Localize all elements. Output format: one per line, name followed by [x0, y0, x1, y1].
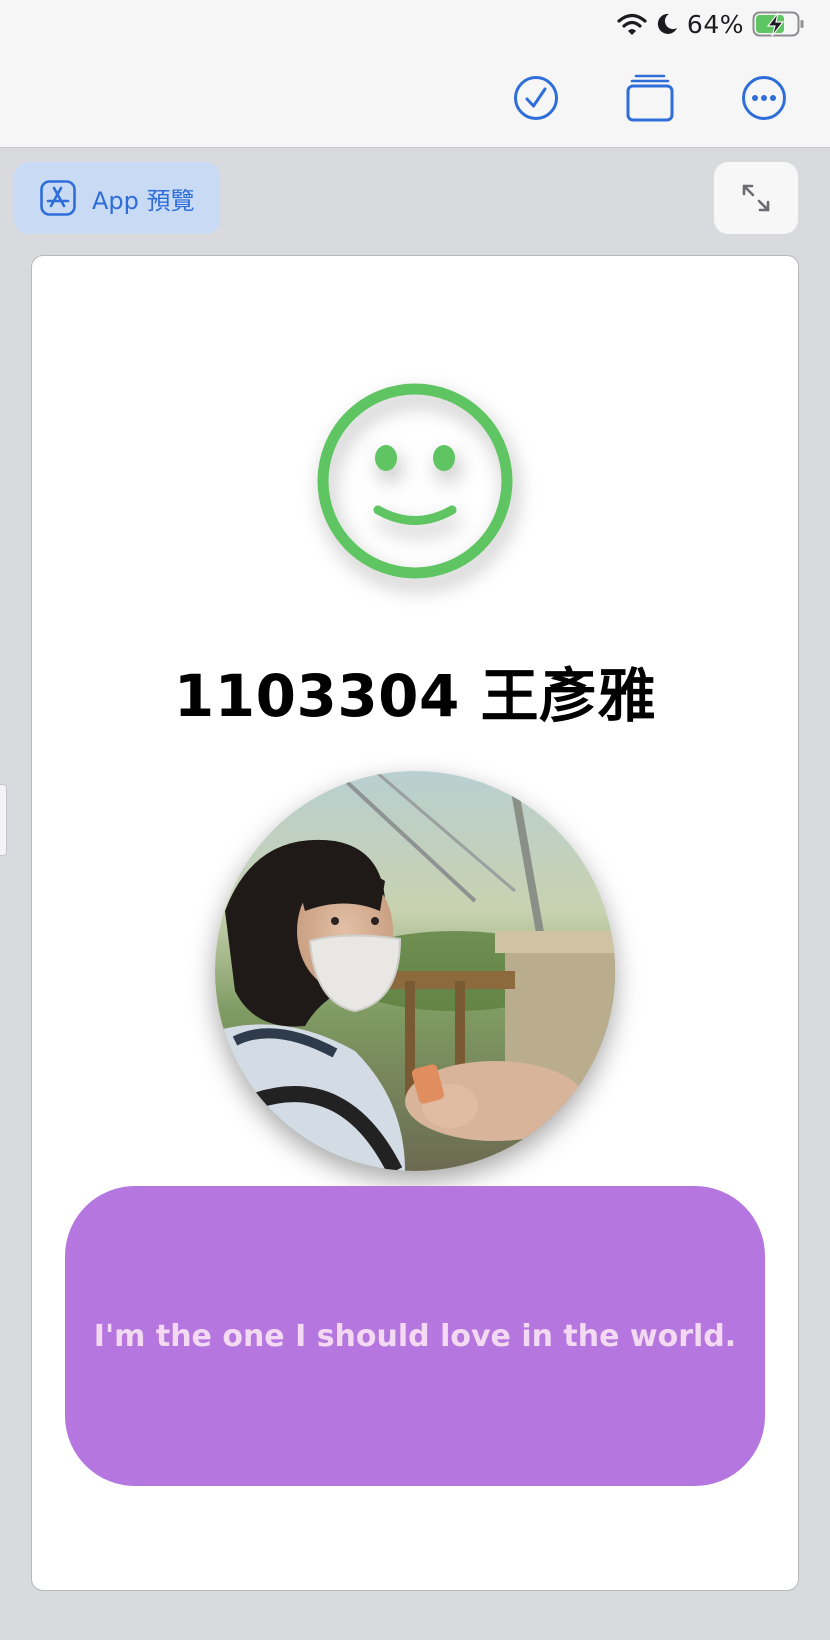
moon-icon — [657, 13, 677, 34]
quote-box: I'm the one I should love in the world. — [65, 1186, 765, 1486]
student-name: 1103304 王彥雅 — [173, 662, 657, 730]
sidebar-handle[interactable] — [0, 784, 7, 856]
stack-icon — [626, 74, 674, 122]
app-preview-button[interactable]: App 預覽 — [14, 162, 220, 234]
profile-photo — [215, 771, 615, 1171]
app-preview-label: App 預覽 — [92, 186, 195, 215]
tabs-button[interactable] — [626, 74, 674, 122]
quote-text: I'm the one I should love in the world. — [93, 1318, 737, 1354]
app-store-icon — [40, 180, 76, 216]
checkmark-circle-icon — [514, 76, 558, 120]
wifi-icon — [617, 13, 647, 35]
expand-button[interactable] — [714, 162, 798, 234]
top-bar: 64% — [0, 0, 830, 148]
preview-card: 1103304 王彥雅 I'm the one I should love in… — [31, 255, 799, 1591]
battery-percent: 64% — [686, 9, 744, 39]
expand-arrows-icon — [742, 184, 770, 212]
more-options-button[interactable] — [740, 74, 788, 122]
status-bar: 64% — [617, 6, 806, 42]
checkmark-button[interactable] — [512, 74, 560, 122]
battery-charging-icon — [752, 11, 804, 37]
smiley-face-icon — [317, 383, 513, 579]
more-options-icon — [742, 76, 786, 120]
